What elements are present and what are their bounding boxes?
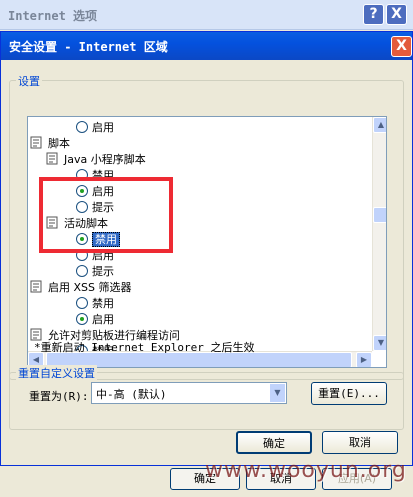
ok-button[interactable]: 确定 xyxy=(236,431,312,454)
tree-item-label: 提示 xyxy=(92,265,114,278)
tree-item-label: Java 小程序脚本 xyxy=(64,153,146,166)
radio-checked-icon[interactable] xyxy=(76,313,88,325)
scroll-down-icon[interactable]: ▼ xyxy=(373,335,386,351)
close-icon[interactable]: X xyxy=(386,4,407,25)
scroll-up-icon[interactable]: ▲ xyxy=(373,117,386,133)
settings-node-icon xyxy=(30,280,42,293)
vertical-scroll-thumb[interactable] xyxy=(373,207,386,223)
tree-node[interactable]: 启用 XSS 筛选器 xyxy=(30,280,132,296)
settings-group-label: 设置 xyxy=(16,73,42,89)
dialog-close-icon[interactable]: X xyxy=(391,36,412,57)
tree-radio-option[interactable]: 禁用 xyxy=(76,296,114,312)
reset-button[interactable]: 重置(E)... xyxy=(311,382,387,405)
radio-unchecked-icon[interactable] xyxy=(76,297,88,309)
radio-unchecked-icon[interactable] xyxy=(76,265,88,277)
scroll-right-icon[interactable]: ▶ xyxy=(356,352,372,367)
dialog-titlebar: 安全设置 - Internet 区域 X xyxy=(1,32,412,60)
settings-node-icon xyxy=(46,152,58,165)
vertical-scrollbar[interactable]: ▲ ▼ xyxy=(372,117,386,351)
help-icon[interactable]: ? xyxy=(363,4,384,25)
tree-node[interactable]: Java 小程序脚本 xyxy=(46,152,146,168)
tree-radio-option[interactable]: 启用 xyxy=(76,120,114,136)
outer-window-title: Internet 选项 xyxy=(8,9,98,23)
reset-group-label: 重置自定义设置 xyxy=(16,365,97,381)
tree-item-label: 脚本 xyxy=(48,137,70,150)
dialog-title: 安全设置 - Internet 区域 xyxy=(9,40,168,54)
outer-window-titlebar: Internet 选项 ? X xyxy=(0,0,413,30)
tree-item-label: 启用 xyxy=(92,313,114,326)
highlight-annotation-box xyxy=(39,177,173,253)
tree-node[interactable]: 脚本 xyxy=(30,136,70,152)
radio-unchecked-icon[interactable] xyxy=(76,121,88,133)
security-settings-dialog: 安全设置 - Internet 区域 X 设置 禁用允许对剪贴板进行编程访问启用… xyxy=(0,31,413,466)
tree-item-label: 启用 XSS 筛选器 xyxy=(48,281,132,294)
chevron-down-icon[interactable]: ▼ xyxy=(269,383,286,403)
settings-node-icon xyxy=(30,136,42,149)
tree-radio-option[interactable]: 提示 xyxy=(76,264,114,280)
cancel-button[interactable]: 取消 xyxy=(322,431,398,454)
reset-level-select[interactable]: 中-高 (默认) ▼ xyxy=(91,382,287,404)
watermark: www.wooyun.org xyxy=(205,458,407,483)
reset-to-label: 重置为(R): xyxy=(29,390,89,403)
restart-note: *重新启动 Internet Explorer 之后生效 xyxy=(34,341,255,354)
tree-radio-option[interactable]: 启用 xyxy=(76,312,114,328)
tree-item-label: 禁用 xyxy=(92,297,114,310)
reset-level-value: 中-高 (默认) xyxy=(96,388,167,401)
tree-item-label: 启用 xyxy=(92,121,114,134)
